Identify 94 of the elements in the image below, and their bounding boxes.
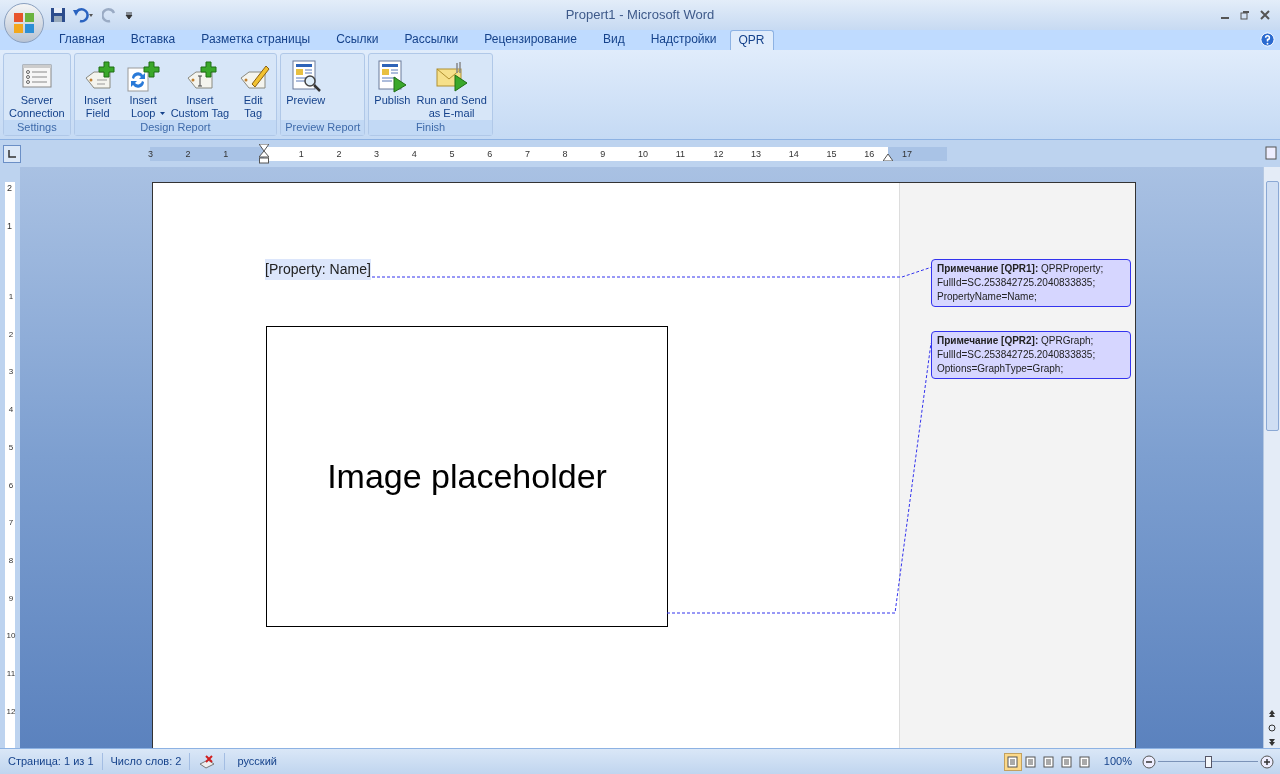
ruler-number: 1 bbox=[7, 220, 12, 231]
page-view-icon bbox=[1007, 755, 1019, 768]
ribbon-tab[interactable]: Вставка bbox=[117, 30, 189, 50]
browse-object-icon[interactable] bbox=[1267, 708, 1277, 748]
indent-marker-icon[interactable] bbox=[883, 153, 893, 161]
ruler-number: 3 bbox=[374, 148, 380, 161]
ruler-number: 13 bbox=[751, 148, 762, 161]
word-count[interactable]: Число слов: 2 bbox=[102, 753, 191, 770]
ruler-number: 5 bbox=[7, 442, 15, 453]
zoom-level[interactable]: 100% bbox=[1093, 753, 1142, 770]
tab-selector[interactable] bbox=[3, 144, 21, 163]
ruler-number: 1 bbox=[7, 292, 15, 302]
document-play-icon bbox=[376, 59, 409, 93]
indent-marker-icon[interactable] bbox=[259, 144, 269, 164]
save-icon[interactable] bbox=[50, 7, 66, 23]
zoom-in-icon[interactable] bbox=[1260, 754, 1274, 769]
customize-toolbar-icon[interactable] bbox=[124, 10, 134, 20]
restore-icon[interactable] bbox=[1240, 10, 1250, 20]
ribbon-tab[interactable]: Вид bbox=[589, 30, 638, 50]
page-count[interactable]: Страница: 1 из 1 bbox=[0, 753, 103, 770]
group-label: Settings bbox=[4, 120, 70, 135]
ruler-number: 16 bbox=[864, 148, 875, 161]
slider-thumb[interactable] bbox=[1205, 755, 1212, 768]
ribbon-button[interactable]: Run and Send as E-mail bbox=[413, 58, 490, 120]
ribbon-button[interactable]: Server Connection bbox=[6, 58, 68, 120]
ruler-number: 9 bbox=[600, 148, 606, 161]
ruler-number: 11 bbox=[5, 669, 17, 679]
ribbon-tab[interactable]: Надстройки bbox=[637, 30, 730, 50]
page-view-icon bbox=[1043, 755, 1055, 768]
scroll-thumb[interactable] bbox=[1265, 181, 1279, 431]
office-button[interactable] bbox=[4, 3, 44, 43]
page-view-icon bbox=[1025, 755, 1037, 768]
ribbon-tab[interactable]: QPR bbox=[729, 30, 774, 50]
language[interactable]: русский bbox=[224, 753, 289, 770]
envelope-play-icon bbox=[434, 59, 469, 93]
window-title: Propert1 - Microsoft Word bbox=[565, 6, 715, 25]
ruler-number: 10 bbox=[638, 148, 648, 161]
ruler-number: 8 bbox=[562, 148, 568, 161]
ruler-number: 4 bbox=[7, 405, 15, 416]
ruler-number: 3 bbox=[147, 148, 153, 161]
group-label: Design Report bbox=[74, 120, 277, 135]
ruler-number: 8 bbox=[7, 555, 15, 566]
page-view-icon bbox=[1061, 755, 1073, 768]
office-logo-icon bbox=[12, 11, 36, 35]
ribbon-button[interactable]: Insert Custom Tag bbox=[167, 58, 233, 120]
ruler-number: 2 bbox=[7, 329, 15, 340]
ruler-number: 9 bbox=[7, 593, 15, 604]
ruler-number: 2 bbox=[336, 148, 342, 161]
ruler-number: 6 bbox=[487, 148, 493, 161]
ribbon-button[interactable]: Preview bbox=[283, 58, 329, 107]
ribbon-button[interactable]: Publish bbox=[371, 58, 414, 107]
ruler-number: 14 bbox=[788, 148, 799, 161]
group-label: Finish bbox=[369, 120, 492, 135]
ruler-number: 7 bbox=[524, 148, 530, 161]
left-tab-icon bbox=[8, 149, 16, 158]
ribbon-tab[interactable]: Ссылки bbox=[323, 30, 392, 50]
comment-balloon[interactable]: Примечание [QPR1]: QPRProperty; FullId=SC.253842725.2040833835; PropertyName=Name; bbox=[931, 259, 1131, 307]
document-magnifier-icon bbox=[289, 59, 322, 93]
ribbon-tab[interactable]: Главная bbox=[46, 30, 118, 50]
view-button[interactable] bbox=[1003, 752, 1022, 771]
ruler-number: 4 bbox=[411, 148, 417, 161]
ruler-number: 17 bbox=[901, 148, 912, 161]
zoom-slider[interactable] bbox=[1158, 754, 1258, 769]
loop-plus-icon bbox=[125, 60, 162, 92]
ruler-number: 1 bbox=[223, 148, 229, 161]
comment-balloon[interactable]: Примечание [QPR2]: QPRGraph; FullId=SC.253842725.2040833835; Options=GraphType=Graph; bbox=[931, 331, 1131, 379]
page-view-icon bbox=[1079, 755, 1091, 768]
ruler-number: 12 bbox=[713, 148, 724, 161]
ribbon-tab[interactable]: Рассылки bbox=[391, 30, 472, 50]
ribbon-tab[interactable]: Рецензирование bbox=[471, 30, 590, 50]
zoom-out-icon[interactable] bbox=[1142, 754, 1156, 769]
ruler-number: 2 bbox=[7, 183, 12, 193]
close-icon[interactable] bbox=[1260, 10, 1270, 20]
ruler-number: 15 bbox=[826, 148, 837, 161]
group-label: Preview Report bbox=[281, 120, 365, 135]
placeholder-text: Image placeholder bbox=[327, 456, 607, 497]
undo-icon[interactable] bbox=[72, 7, 96, 23]
ruler-number: 6 bbox=[7, 480, 15, 491]
field-tag[interactable]: [Property: Name] bbox=[265, 259, 371, 280]
ruler-number: 1 bbox=[298, 148, 304, 161]
ruler-number: 10 bbox=[5, 631, 17, 642]
ribbon-button[interactable]: Insert Field bbox=[76, 58, 119, 120]
ruler-number: 11 bbox=[675, 148, 686, 161]
view-ruler-icon[interactable] bbox=[1265, 146, 1277, 160]
ribbon-tab[interactable]: Разметка страницы bbox=[188, 30, 324, 50]
ruler-number: 2 bbox=[185, 148, 191, 161]
ruler-number: 5 bbox=[449, 148, 455, 161]
vertical-scrollbar[interactable] bbox=[1263, 167, 1280, 748]
ruler-number: 12 bbox=[5, 706, 17, 717]
help-icon[interactable] bbox=[1260, 32, 1275, 47]
ruler-number: 3 bbox=[7, 367, 15, 378]
ruler-number: 7 bbox=[7, 518, 15, 529]
spelling-check-icon[interactable] bbox=[198, 753, 217, 770]
ribbon-button[interactable]: Edit Tag bbox=[232, 58, 275, 120]
